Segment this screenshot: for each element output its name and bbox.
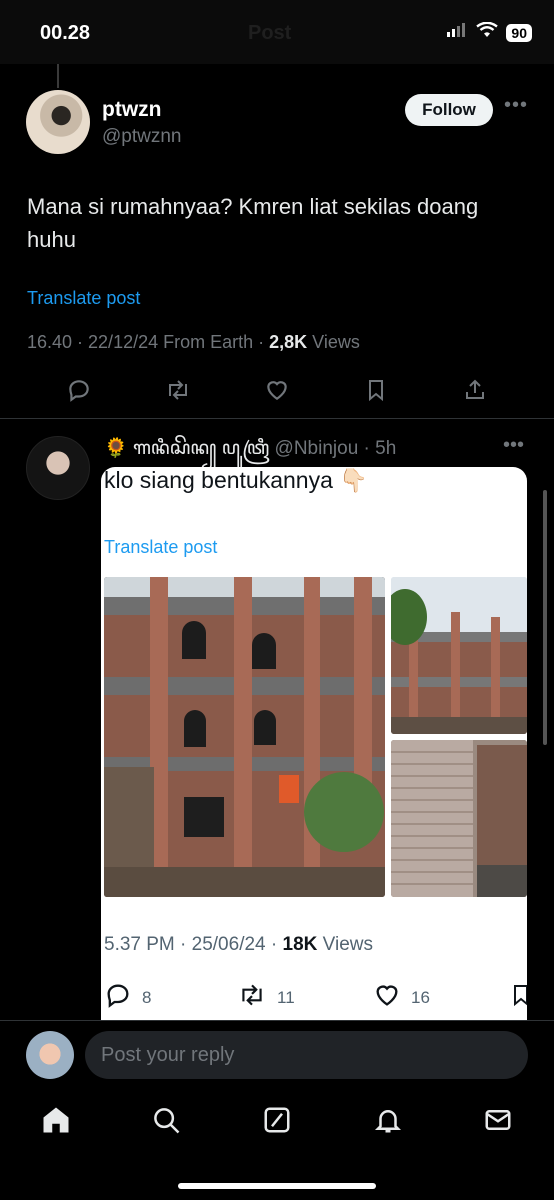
reply-icon[interactable]: [64, 374, 94, 406]
post-actions: [0, 374, 554, 410]
cellular-signal-icon: [446, 22, 468, 43]
home-icon[interactable]: [40, 1104, 72, 1136]
photo-grid: [104, 577, 527, 897]
notifications-icon[interactable]: [372, 1104, 404, 1136]
reply-composer: [0, 1020, 554, 1090]
bookmark-icon: [509, 981, 527, 1014]
author-name[interactable]: ptwzn: [102, 98, 161, 122]
reply-post[interactable]: 🌻 ꦒꦤꦶꦱꦼꦤ꧀ ꦥꦸꦠꦿꦶ @Nbinjou · 5h ••• klo si…: [0, 420, 554, 1020]
quoted-post-meta: 5.37 PM · 25/06/24 · 18K Views: [104, 934, 373, 956]
post-text: Mana si rumahnyaa? Kmren liat sekilas do…: [27, 194, 479, 252]
home-indicator: [178, 1183, 376, 1189]
follow-button[interactable]: Follow: [405, 94, 493, 126]
post-author: ptwzn @ptwznn Follow •••: [26, 90, 536, 156]
wifi-icon: [476, 21, 499, 43]
like-icon: [373, 981, 401, 1014]
reply-image-screenshot[interactable]: klo siang bentukannya 👇🏻 Translate post: [101, 467, 527, 1020]
quoted-views-label: Views: [317, 934, 373, 955]
reply-author-handle[interactable]: @Nbinjou: [275, 438, 359, 459]
retweet-icon[interactable]: [163, 374, 193, 406]
post-meta: 16.40 · 22/12/24 From Earth · 2,8K Views: [27, 332, 360, 353]
avatar[interactable]: [26, 436, 90, 500]
avatar: [26, 1031, 74, 1079]
search-icon[interactable]: [150, 1104, 182, 1136]
quoted-bookmark: [509, 981, 527, 1014]
status-bar: 00.28 Post 90: [0, 0, 554, 64]
quoted-like: 16: [373, 981, 430, 1014]
post-views-label: Views: [307, 332, 360, 352]
sunflower-emoji: 🌻: [104, 438, 128, 459]
scrollbar[interactable]: [543, 490, 547, 745]
thread-connector: [57, 64, 59, 88]
quoted-post-text: klo siang bentukannya 👇🏻: [104, 467, 368, 493]
more-options-icon[interactable]: •••: [503, 434, 524, 457]
grok-icon[interactable]: [261, 1104, 293, 1136]
more-options-icon[interactable]: •••: [504, 94, 528, 117]
quoted-reply: 8: [104, 981, 151, 1014]
translate-post-link[interactable]: Translate post: [27, 288, 140, 309]
like-icon[interactable]: [262, 374, 292, 406]
quoted-actions: 8 11 16: [101, 981, 527, 1017]
quoted-retweet: 11: [237, 981, 295, 1014]
reply-icon: [104, 981, 132, 1014]
quoted-like-count: 16: [411, 987, 430, 1007]
reply-input[interactable]: [85, 1031, 528, 1079]
brick-wall-photo: [391, 740, 527, 897]
reply-author-name[interactable]: ꦒꦤꦶꦱꦼꦤ꧀ ꦥꦸꦠꦿꦶ: [133, 438, 269, 459]
post-timestamp: 16.40 · 22/12/24 From Earth ·: [27, 332, 270, 352]
quoted-reply-count: 8: [142, 987, 152, 1007]
house-photo-side: [391, 577, 527, 734]
status-icons: 90: [446, 21, 532, 43]
post-views-count[interactable]: 2,8K: [269, 332, 307, 352]
quoted-timestamp: 5.37 PM · 25/06/24 ·: [104, 934, 283, 955]
reply-time: · 5h: [358, 438, 397, 459]
share-icon[interactable]: [460, 374, 490, 406]
quoted-translate-link: Translate post: [104, 537, 218, 557]
bookmark-icon[interactable]: [361, 374, 391, 406]
messages-icon[interactable]: [482, 1104, 514, 1136]
status-time: 00.28: [40, 22, 91, 44]
quoted-retweet-count: 11: [277, 987, 295, 1007]
page-title: Post: [248, 22, 292, 44]
house-photo-front: [104, 577, 385, 897]
divider: [0, 418, 554, 419]
battery-indicator: 90: [506, 23, 532, 42]
quoted-views-count: 18K: [282, 934, 318, 955]
avatar[interactable]: [26, 90, 90, 154]
retweet-icon: [237, 981, 267, 1014]
author-handle[interactable]: @ptwznn: [102, 126, 182, 148]
